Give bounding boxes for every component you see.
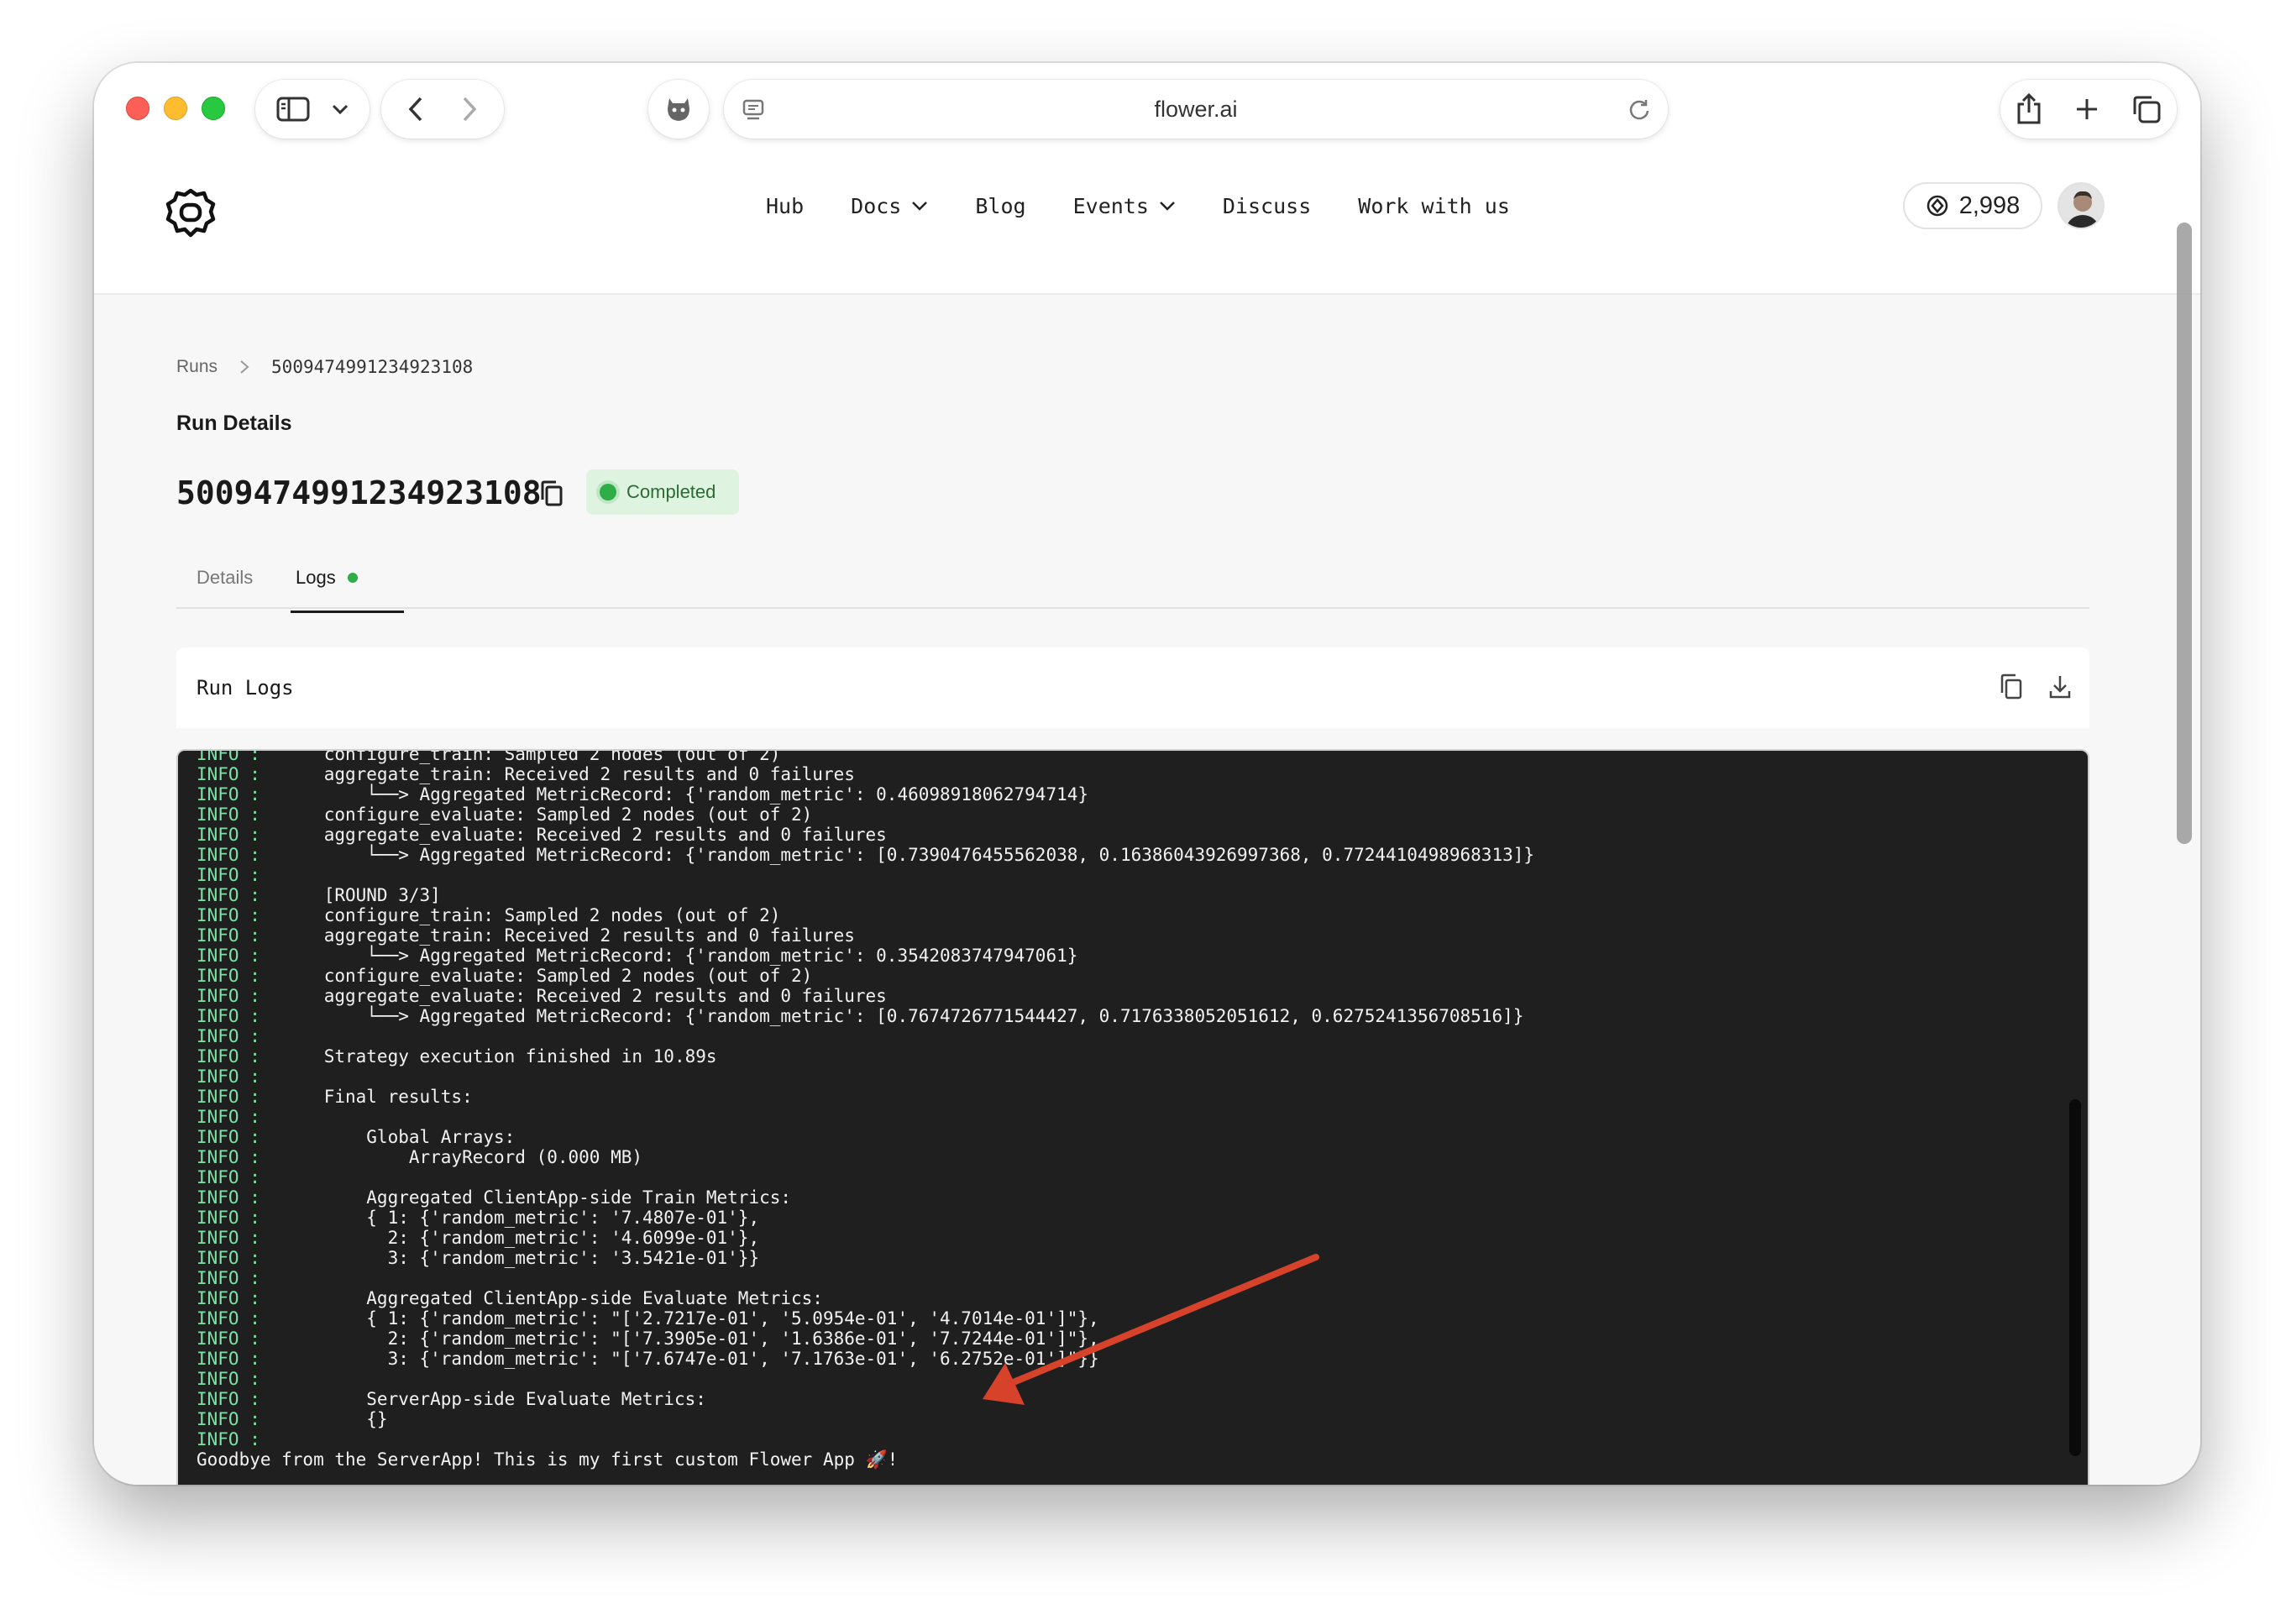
browser-window: flower.ai Hub Docs Blog Events Discuss W… [94, 63, 2200, 1485]
annotation-arrow [983, 1254, 1319, 1405]
